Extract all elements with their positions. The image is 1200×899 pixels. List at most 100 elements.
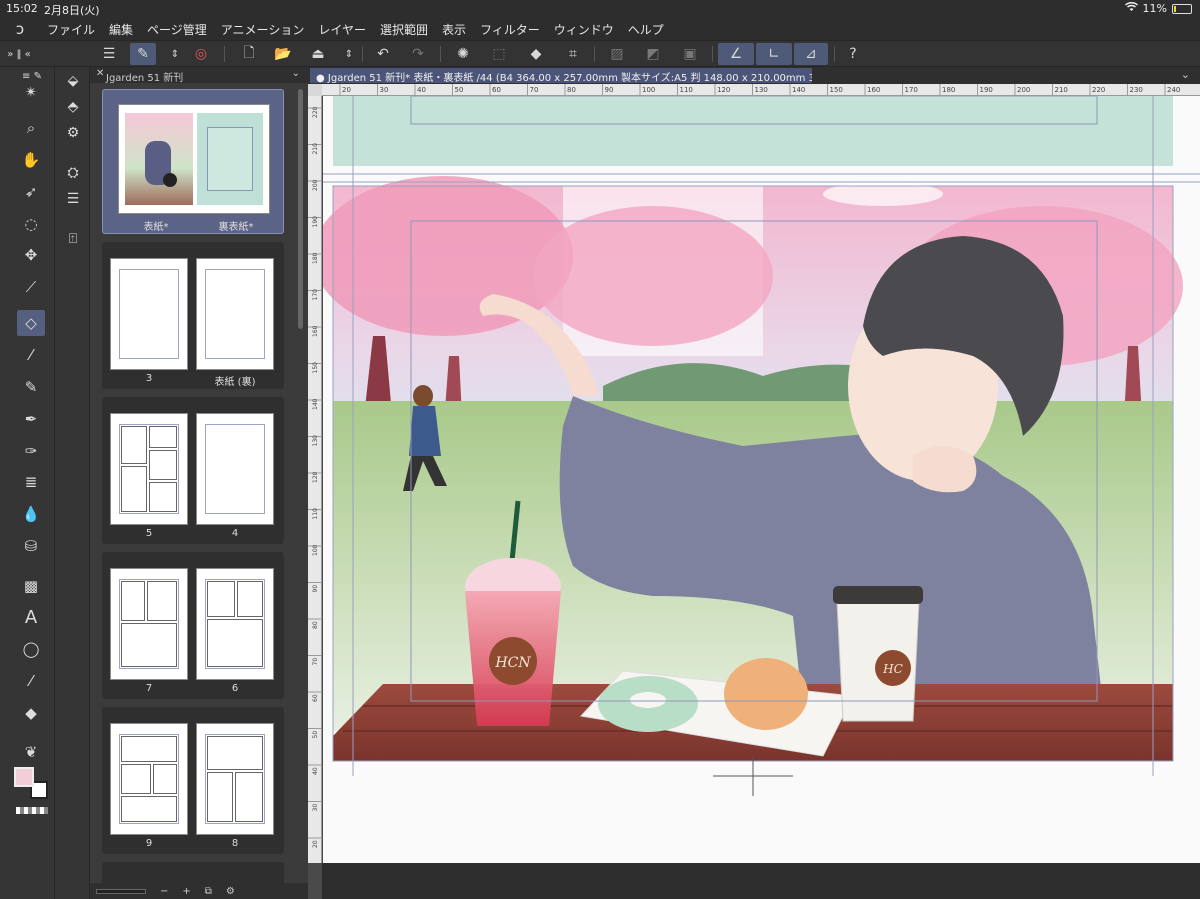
separator [594, 46, 595, 62]
menu-layer[interactable]: レイヤー [311, 21, 373, 38]
companion-icon[interactable]: ◎ [188, 43, 214, 65]
canvas-bottom-bar [322, 863, 1200, 899]
eraser-icon[interactable]: ◇ [17, 310, 45, 336]
ruler-label: 190 [980, 86, 993, 94]
zoom-icon[interactable]: ⌕ [17, 115, 45, 141]
menu-selection[interactable]: 選択範囲 [373, 21, 435, 38]
chevron-down-icon[interactable]: ⌄ [1181, 68, 1190, 81]
page-thumbnail [110, 723, 188, 835]
ruler-label: 210 [312, 143, 319, 155]
color-swatch[interactable] [14, 767, 54, 805]
settings-icon[interactable]: ⚙ [226, 886, 235, 897]
zoom-in-icon[interactable]: + [182, 886, 190, 897]
lasso-icon[interactable]: ◌ [17, 211, 45, 237]
chevron-down-icon[interactable]: ⌄ [292, 68, 300, 79]
ruler-label: 40 [312, 767, 319, 775]
duplicate-icon[interactable]: ⧉ [205, 886, 212, 897]
ruler-label: 20 [342, 86, 351, 94]
undo-icon[interactable]: ↶ [370, 43, 396, 65]
ruler-label: 70 [530, 86, 539, 94]
crop-icon[interactable]: ⌗ [560, 43, 586, 65]
snap-ruler-icon[interactable]: ∠ [718, 43, 754, 65]
menu-window[interactable]: ウィンドウ [547, 21, 621, 38]
biscuit [724, 658, 808, 730]
layer-settings-icon[interactable]: ⛭ [60, 161, 86, 185]
main-color-swatch[interactable] [14, 767, 34, 787]
line-correction-icon[interactable]: ⁄ [17, 668, 45, 694]
ruler-label: 220 [312, 106, 319, 118]
text-icon[interactable]: A [17, 604, 45, 630]
fill-bucket-icon[interactable]: ◆ [523, 43, 549, 65]
eyedropper-icon[interactable]: ⟋ [17, 274, 45, 300]
help-icon[interactable]: ? [840, 43, 866, 65]
save-icon[interactable]: ⏏ [305, 43, 331, 65]
ruler-label: 100 [642, 86, 655, 94]
brush-icon[interactable]: ✒ [17, 406, 45, 432]
battery-percent: 11% [1142, 2, 1167, 15]
object-select-icon[interactable]: ➶ [17, 179, 45, 205]
spread-page-9[interactable]: 9 8 [102, 707, 284, 854]
hand-icon[interactable]: ✋ [17, 147, 45, 173]
edit-mode-icon[interactable]: ✎ [130, 43, 156, 65]
airbrush-icon[interactable]: ✑ [17, 438, 45, 464]
stepper-icon[interactable]: ⇕ [162, 43, 188, 65]
ruler-label: 120 [717, 86, 730, 94]
ruler-label: 170 [312, 289, 319, 301]
back-cover-strip [333, 96, 1173, 166]
clip-studio-logo-icon[interactable]: ↄ [0, 20, 40, 38]
transparent-swatch[interactable] [16, 807, 48, 814]
thumbnail-size-slider[interactable] [96, 888, 146, 894]
menu-help[interactable]: ヘルプ [621, 21, 671, 38]
eraser-settings-icon[interactable]: ⚙ [60, 121, 86, 145]
ruler-label: 160 [867, 86, 880, 94]
tone-icon[interactable]: ◩ [640, 43, 666, 65]
gradient-icon[interactable]: ▩ [17, 573, 45, 599]
document-tab[interactable]: ● Jgarden 51 新刊* 表紙・裏表紙 /44 (B4 364.00 x… [310, 68, 812, 83]
open-folder-icon[interactable]: 📂 [270, 43, 296, 65]
fill-icon[interactable]: ⛁ [17, 533, 45, 559]
page-label: 9 [145, 838, 153, 849]
save-options-icon[interactable]: ⇕ [336, 43, 362, 65]
ruler-top-ticks: 20 30 40 50 60 70 80 90 100 110 120 130 140 150 160 170… [339, 84, 1180, 95]
spread-page-3[interactable]: 3 表紙 (裏) [102, 242, 284, 389]
menu-animation[interactable]: アニメーション [214, 21, 312, 38]
spread-page-5[interactable]: 5 4 [102, 397, 284, 544]
navigator-icon[interactable]: ⍐ [60, 227, 86, 251]
hamburger-menu-icon[interactable]: ☰ [96, 43, 122, 65]
menu-file[interactable]: ファイル [40, 21, 102, 38]
ruler-label: 40 [417, 86, 426, 94]
layers-icon[interactable]: ☰ [60, 187, 86, 211]
magic-wand-icon[interactable]: ✴ [17, 79, 45, 105]
page-list-scrollbar[interactable] [298, 89, 303, 329]
snap-grid-icon[interactable]: ⊿ [794, 43, 828, 65]
transform-off-icon[interactable]: ▨ [604, 43, 630, 65]
soft-eraser-icon[interactable]: ⬘ [60, 95, 86, 119]
pencil-icon[interactable]: ✎ [17, 374, 45, 400]
zoom-out-icon[interactable]: − [160, 886, 168, 897]
decoration-icon[interactable]: ≣ [17, 469, 45, 495]
loading-spinner-icon[interactable]: ✺ [450, 43, 476, 65]
close-icon[interactable]: ✕ [96, 68, 104, 79]
ios-status-bar: 15:02 2月8日(火) 11% [0, 0, 1200, 18]
move-icon[interactable]: ✥ [17, 242, 45, 268]
spread-cover[interactable]: 表紙* 裏表紙* [102, 89, 284, 234]
new-file-icon[interactable]: 🗋 [236, 43, 262, 65]
spread-page-7[interactable]: 7 6 [102, 552, 284, 699]
snap-special-ruler-icon[interactable]: ∟ [756, 43, 792, 65]
fill-bucket-tool-icon[interactable]: ◆ [17, 700, 45, 726]
menu-filter[interactable]: フィルター [473, 21, 547, 38]
feather-icon[interactable]: ❦ [17, 739, 45, 765]
menu-page-management[interactable]: ページ管理 [140, 21, 214, 38]
menu-view[interactable]: 表示 [435, 21, 473, 38]
pen-icon[interactable]: ⁄ [17, 342, 45, 368]
drawing-canvas[interactable]: HCN HC [323, 96, 1200, 863]
clear-selection-icon[interactable]: ⬚ [486, 43, 512, 65]
menu-edit[interactable]: 編集 [102, 21, 140, 38]
collapse-left-icon[interactable]: » ‖ « [2, 43, 36, 65]
frame-icon[interactable]: ▣ [677, 43, 703, 65]
ruler-label: 90 [312, 585, 319, 593]
balloon-icon[interactable]: ◯ [17, 636, 45, 662]
redo-icon[interactable]: ↷ [405, 43, 431, 65]
blend-icon[interactable]: 💧 [17, 501, 45, 527]
hard-eraser-icon[interactable]: ⬙ [60, 69, 86, 93]
